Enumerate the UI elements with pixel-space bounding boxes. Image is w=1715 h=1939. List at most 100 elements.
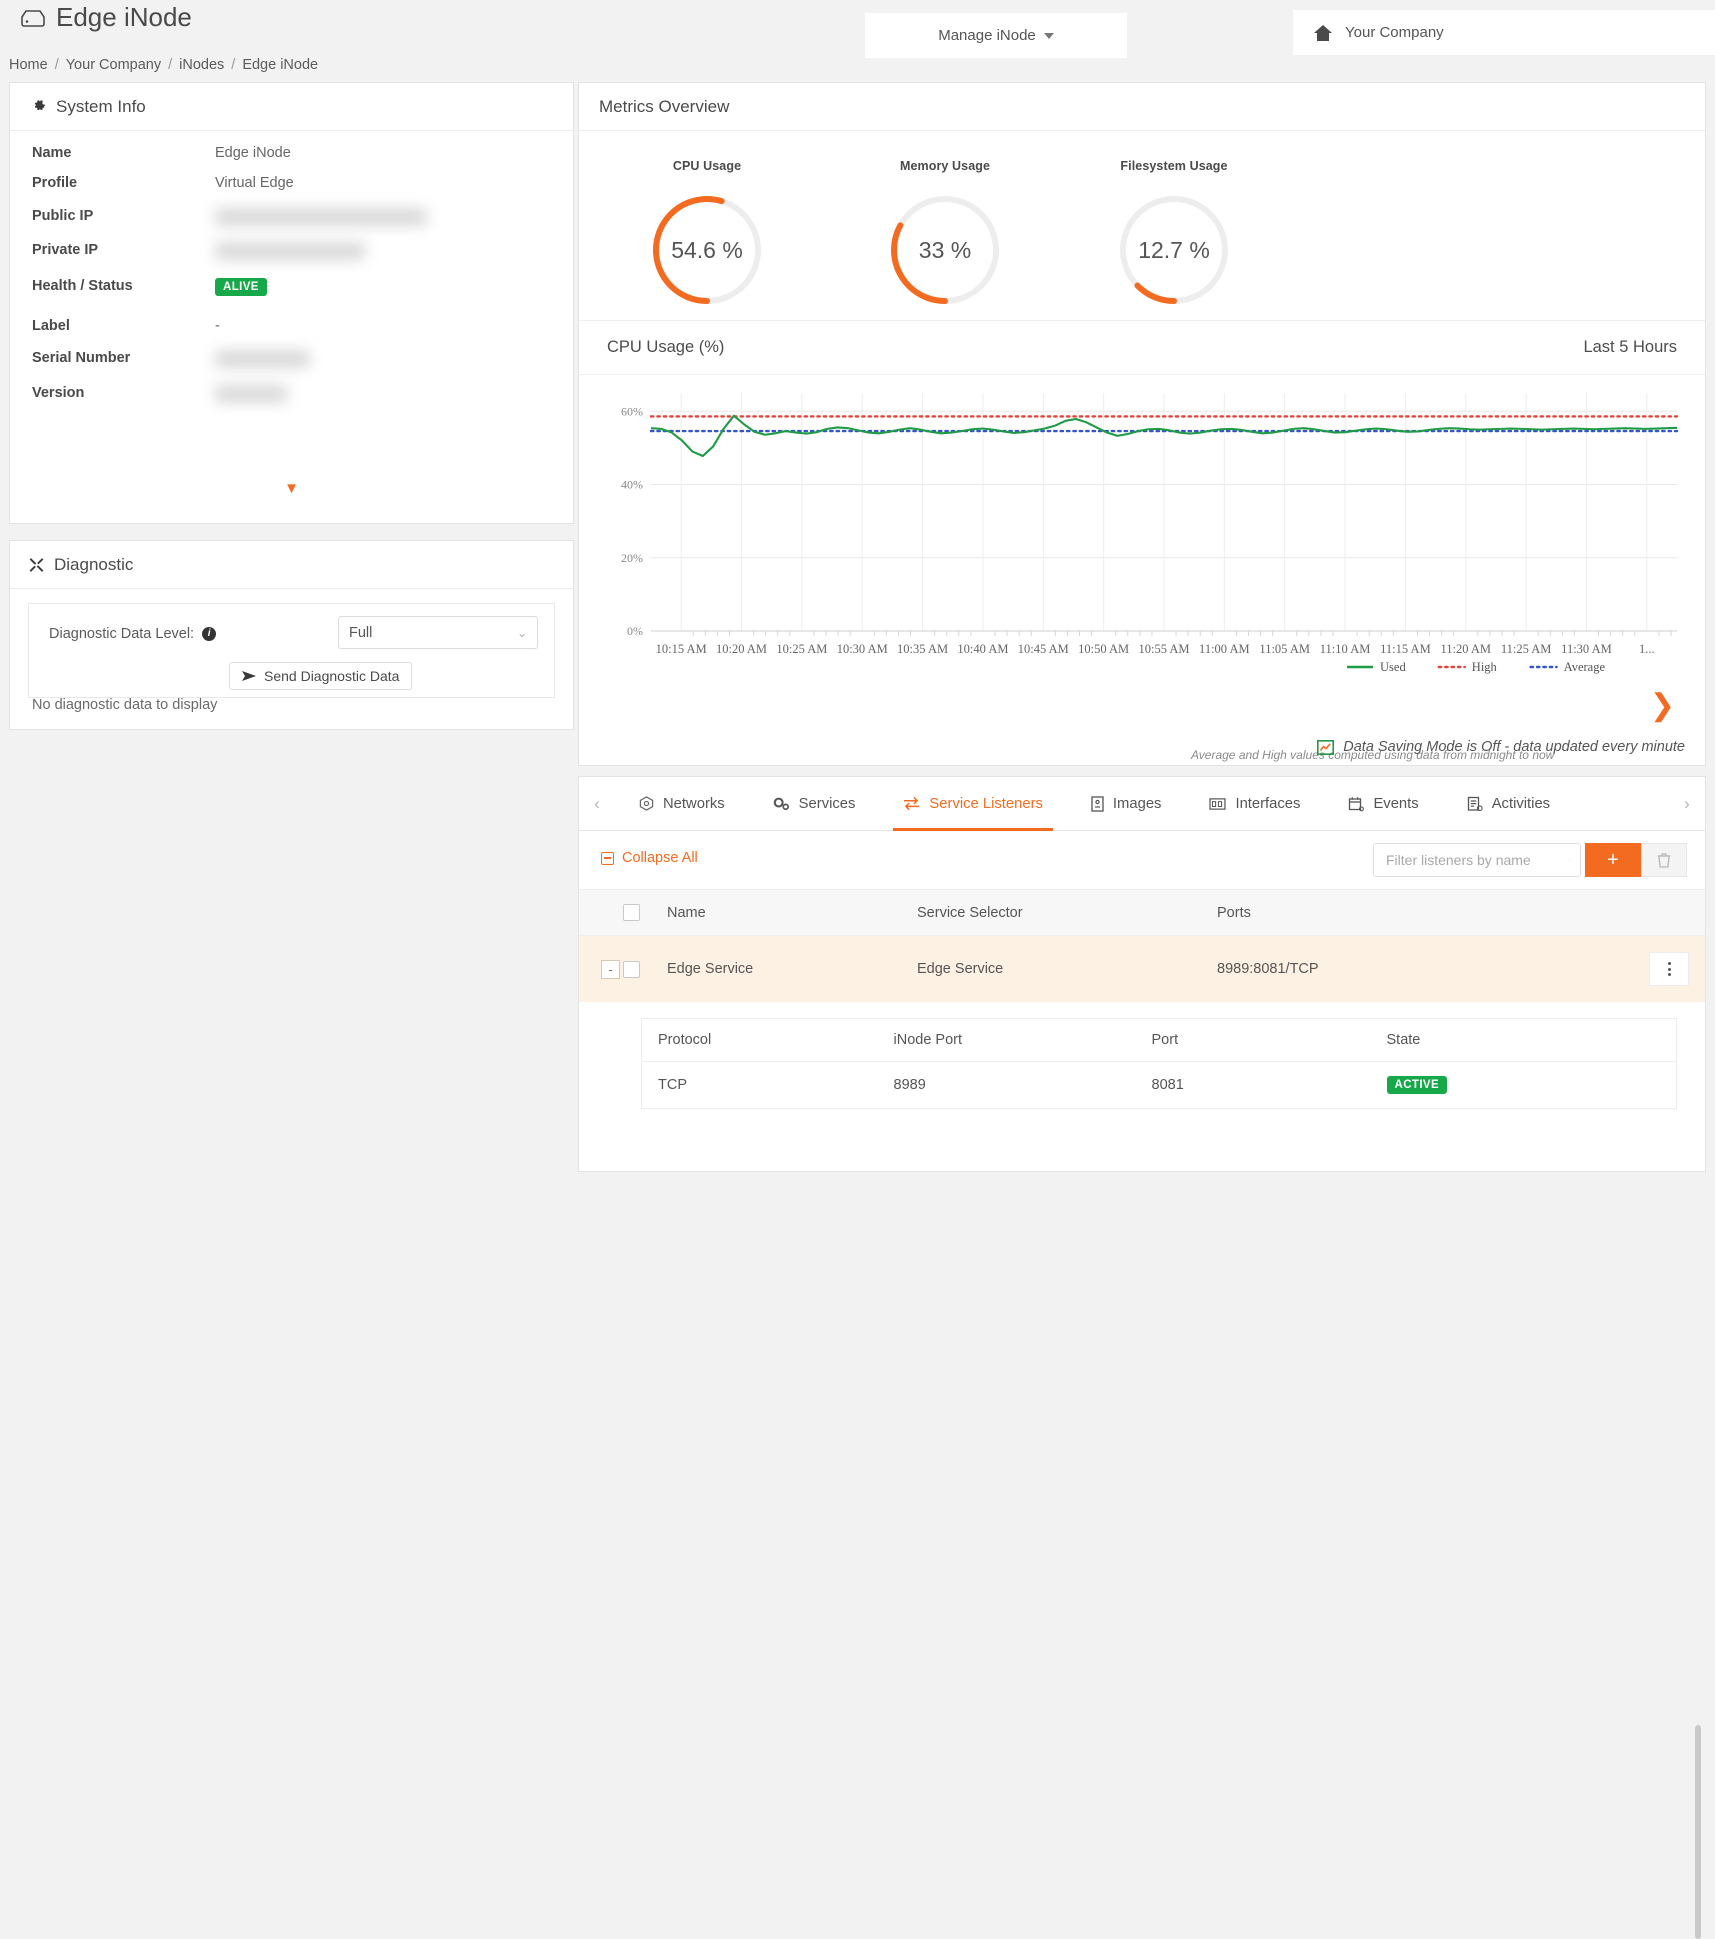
image-icon	[1091, 795, 1104, 812]
inode-icon	[21, 9, 45, 27]
data-saving-mode-status: Data Saving Mode is Off - data updated e…	[1317, 739, 1685, 755]
select-all-checkbox[interactable]	[623, 904, 640, 921]
page-title: Edge iNode	[20, 2, 192, 33]
system-info-title: System Info	[56, 96, 146, 116]
row-name: Edge Service	[667, 961, 754, 977]
tabs-prev-button[interactable]: ‹	[579, 794, 615, 814]
expand-system-info-button[interactable]: ▼	[10, 480, 573, 497]
tab-events[interactable]: Events	[1324, 777, 1442, 831]
system-info-row: Label -	[10, 318, 573, 334]
send-diagnostic-data-button[interactable]: Send Diagnostic Data	[229, 662, 413, 690]
breadcrumb-separator: /	[54, 57, 59, 73]
svg-text:1...: 1...	[1639, 642, 1655, 656]
gauge-ring: 54.6 %	[648, 191, 766, 309]
gear-icon	[34, 100, 45, 111]
diagnostic-level-label: Diagnostic Data Level:	[49, 626, 195, 642]
row-checkbox-cell	[623, 936, 667, 1003]
table-scrollbar[interactable]	[1695, 1725, 1701, 1939]
dot	[1667, 962, 1671, 965]
svg-text:10:20 AM: 10:20 AM	[716, 642, 767, 656]
th-protocol: Protocol	[641, 1018, 894, 1062]
row-label: Profile	[32, 175, 78, 191]
collapse-all-icon	[601, 851, 614, 865]
row-expand-toggle[interactable]: -	[601, 959, 620, 979]
tabs-next-button[interactable]: ›	[1669, 794, 1705, 814]
page-title-text: Edge iNode	[56, 2, 192, 32]
tab-label: Interfaces	[1235, 795, 1301, 812]
breadcrumb: Home / Your Company / iNodes / Edge iNod…	[9, 57, 318, 73]
breadcrumb-item-2[interactable]: iNodes	[179, 57, 224, 73]
chart-range-label: Last 5 Hours	[1583, 338, 1677, 356]
chart-line-icon	[1317, 739, 1335, 755]
svg-text:60%: 60%	[621, 404, 643, 418]
row-checkbox[interactable]	[623, 960, 640, 978]
row-value-redacted	[215, 350, 310, 368]
delete-listener-button[interactable]	[1641, 843, 1687, 877]
tab-images[interactable]: Images	[1067, 777, 1186, 831]
breadcrumb-item-3[interactable]: Edge iNode	[242, 57, 318, 73]
row-label: Name	[32, 145, 72, 161]
svg-text:11:20 AM: 11:20 AM	[1440, 642, 1491, 656]
listeners-card: ‹ Networks Services Service Listeners Im…	[578, 776, 1706, 1939]
th-select-all	[623, 889, 667, 936]
row-service-selector: Edge Service	[917, 961, 1004, 977]
svg-text:10:40 AM: 10:40 AM	[957, 642, 1008, 656]
home-icon	[1314, 24, 1332, 41]
manage-inode-label: Manage iNode	[938, 27, 1036, 44]
row-value: Virtual Edge	[215, 175, 294, 191]
tab-label: Networks	[663, 795, 725, 812]
th-state: State	[1386, 1018, 1677, 1062]
gauge-label: Memory Usage	[899, 159, 991, 173]
gauge-value: 54.6 %	[671, 236, 743, 263]
breadcrumb-separator: /	[168, 57, 173, 73]
listeners-table: Name Service Selector Ports - Edge Servi…	[579, 889, 1705, 1002]
detail-protocol: TCP	[658, 1077, 687, 1093]
collapse-all-label: Collapse All	[622, 850, 698, 866]
svg-text:Average: Average	[1564, 660, 1606, 674]
system-info-row: Profile Virtual Edge	[10, 175, 573, 191]
breadcrumb-item-0[interactable]: Home	[9, 57, 48, 73]
gauge-memory-usage: Memory Usage 33 %	[845, 159, 1045, 309]
row-actions-menu-button[interactable]	[1649, 952, 1689, 986]
table-header-row: Name Service Selector Ports	[579, 889, 1705, 936]
search-input[interactable]	[1384, 851, 1569, 869]
system-info-header: System Info	[10, 83, 573, 131]
search-icon[interactable]	[1569, 853, 1570, 868]
manage-inode-button[interactable]: Manage iNode	[865, 13, 1127, 58]
diagnostic-level-select[interactable]: Full ⌄	[338, 616, 538, 649]
svg-text:10:15 AM: 10:15 AM	[656, 642, 707, 656]
chart-next-button[interactable]: ❯	[1650, 691, 1675, 721]
system-info-row: Serial Number	[10, 350, 573, 368]
th-expand	[579, 889, 623, 936]
row-label: Version	[32, 385, 85, 401]
network-icon	[639, 796, 654, 811]
tab-interfaces[interactable]: Interfaces	[1185, 777, 1324, 831]
table-row[interactable]: - Edge Service Edge Service 8989:8081/TC…	[579, 935, 1705, 1003]
listener-detail-table: Protocol iNode Port Port State TCP 8989 …	[641, 1018, 1677, 1109]
send-diagnostic-label: Send Diagnostic Data	[264, 668, 400, 684]
svg-text:High: High	[1472, 660, 1498, 674]
detail-port: 8081	[1151, 1077, 1184, 1093]
row-value-redacted	[215, 208, 427, 226]
tab-label: Services	[798, 795, 856, 812]
system-info-panel: System Info Name Edge iNode Profile Virt…	[9, 82, 574, 524]
tab-networks[interactable]: Networks	[615, 777, 749, 831]
info-icon[interactable]: i	[202, 627, 217, 641]
add-listener-button[interactable]: +	[1585, 843, 1641, 877]
breadcrumb-item-1[interactable]: Your Company	[66, 57, 161, 73]
company-button[interactable]: Your Company	[1293, 10, 1715, 55]
system-info-row: Version	[10, 385, 573, 403]
collapse-all-button[interactable]: Collapse All	[601, 850, 698, 866]
tab-service-listeners[interactable]: Service Listeners	[879, 777, 1067, 831]
cpu-usage-chart-svg: 0% 20% 40% 60% 10:15 AM 10:20 AM 10:25 AM 10:30…	[621, 393, 1679, 674]
tab-activities[interactable]: Activities	[1443, 777, 1574, 831]
row-label: Health / Status	[32, 278, 133, 294]
breadcrumb-separator: /	[231, 57, 236, 73]
row-expander-cell: -	[579, 936, 623, 1003]
data-saving-mode-text: Data Saving Mode is Off - data updated e…	[1343, 739, 1685, 755]
tab-services[interactable]: Services	[749, 777, 880, 831]
diagnostic-level-value: Full	[349, 624, 373, 641]
add-listener-label: +	[1607, 848, 1619, 871]
row-ports-cell: 8989:8081/TCP	[1217, 936, 1705, 1003]
listeners-filter-box	[1373, 843, 1581, 877]
